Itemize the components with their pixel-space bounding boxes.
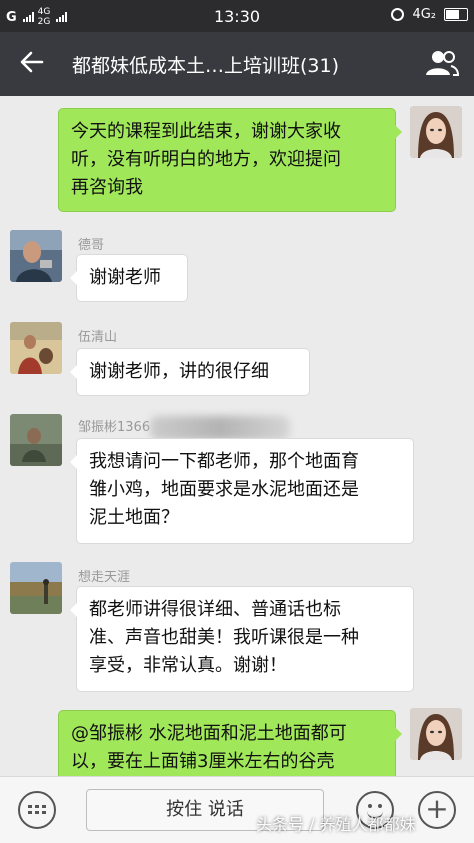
message-line: 享受，非常认真。谢谢！: [89, 655, 287, 676]
back-arrow-icon-svg: [20, 51, 44, 73]
avatar-sender-4[interactable]: [10, 562, 62, 614]
sender-name: 伍清山: [78, 330, 118, 345]
avatar-sender-1[interactable]: [10, 230, 62, 282]
message-bubble-other[interactable]: 谢谢老师: [70, 254, 188, 302]
keyboard-icon[interactable]: [18, 791, 56, 829]
message-bubble-self[interactable]: 今天的课程到此结束，谢谢大家收 听，没有听明白的地方，欢迎提问 再咨询我: [58, 108, 402, 212]
message-line: 准、声音也甜美！我听课很是一种: [89, 627, 359, 648]
back-arrow-icon[interactable]: [16, 48, 48, 80]
watermark: 头条号 / 养殖人都都妹: [256, 815, 416, 834]
message-line: 以，要在上面铺3厘米左右的谷壳: [71, 751, 335, 772]
sender-name: 德哥: [78, 238, 105, 253]
plus-icon[interactable]: +: [418, 791, 456, 829]
group-members-icon-svg: [426, 51, 460, 76]
status-right: 4G₂: [391, 7, 468, 22]
battery-icon: [444, 8, 468, 21]
keyboard-keys: [28, 805, 46, 815]
message-line: 谢谢老师，讲的很仔细: [89, 361, 269, 382]
avatar-self[interactable]: [410, 106, 462, 158]
privacy-blur: [150, 416, 290, 440]
message-line: 我想请问一下都老师，那个地面育: [89, 451, 359, 472]
chat-title: 都都妹低成本土…上培训班(31): [72, 55, 340, 77]
avatar-self-image: [410, 708, 462, 760]
avatar-sender-2-image: [10, 322, 62, 374]
message-line: 谢谢老师: [89, 267, 161, 288]
message-line: 泥土地面？: [89, 507, 179, 528]
alarm-icon: [391, 8, 405, 21]
sender-name: 邹振彬1366: [78, 420, 151, 435]
message-bubble-self[interactable]: @邹振彬 水泥地面和泥土地面都可 以，要在上面铺3厘米左右的谷壳: [58, 710, 402, 776]
message-bubble-other[interactable]: 谢谢老师，讲的很仔细: [70, 348, 310, 396]
avatar-sender-3[interactable]: [10, 414, 62, 466]
message-line: 都老师讲得很详细、普通话也标: [89, 599, 341, 620]
message-line: 再咨询我: [71, 177, 143, 198]
message-line: 听，没有听明白的地方，欢迎提问: [71, 149, 341, 170]
network-type-right: 4G₂: [412, 7, 436, 22]
message-bubble-other[interactable]: 我想请问一下都老师，那个地面育 雏小鸡，地面要求是水泥地面还是 泥土地面？: [70, 438, 414, 544]
avatar-sender-1-image: [10, 230, 62, 282]
avatar-sender-4-image: [10, 562, 62, 614]
avatar-sender-3-image: [10, 414, 62, 466]
status-bar: G 4G 2G 13:30 4G₂: [0, 0, 474, 32]
message-line: 今天的课程到此结束，谢谢大家收: [71, 121, 341, 142]
message-line: 雏小鸡，地面要求是水泥地面还是: [89, 479, 359, 500]
chat-message-list[interactable]: 今天的课程到此结束，谢谢大家收 听，没有听明白的地方，欢迎提问 再咨询我 德哥 …: [0, 96, 474, 776]
message-line: @邹振彬 水泥地面和泥土地面都可: [71, 723, 347, 744]
message-bubble-other[interactable]: 都老师讲得很详细、普通话也标 准、声音也甜美！我听课很是一种 享受，非常认真。谢…: [70, 586, 414, 692]
avatar-self[interactable]: [410, 708, 462, 760]
avatar-self-image: [410, 106, 462, 158]
avatar-sender-2[interactable]: [10, 322, 62, 374]
chat-header: 都都妹低成本土…上培训班(31): [0, 32, 474, 96]
group-members-icon[interactable]: [424, 48, 460, 78]
sender-name: 想走天涯: [78, 570, 131, 585]
